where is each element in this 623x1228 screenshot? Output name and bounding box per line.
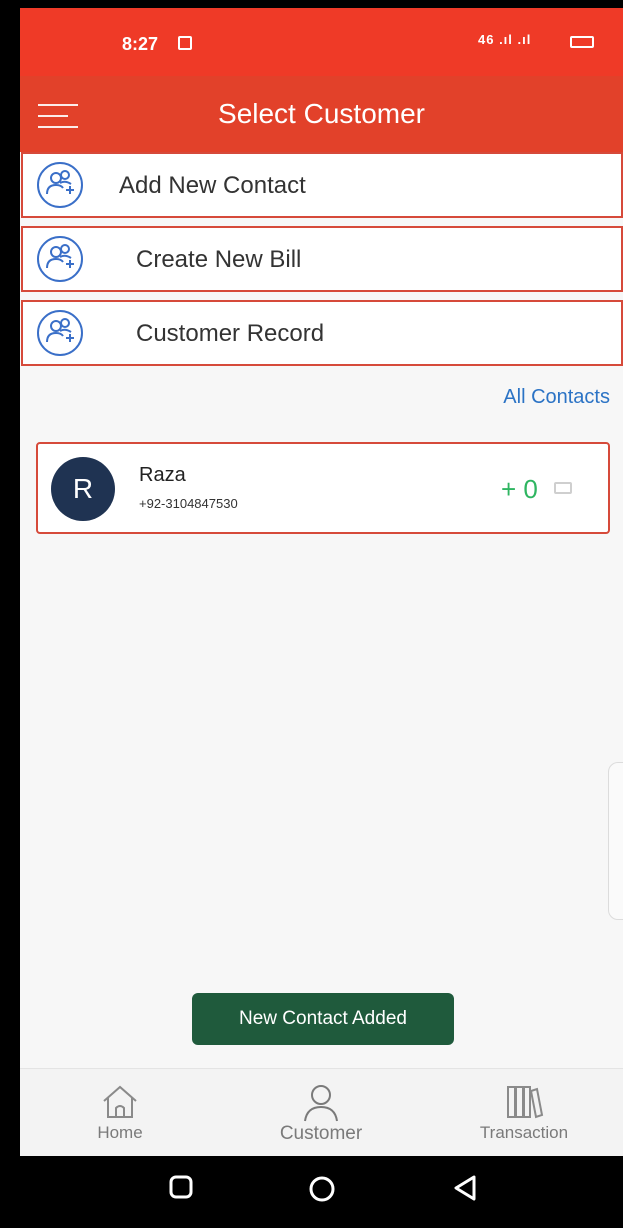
nav-customer-label: Customer xyxy=(279,1123,363,1144)
card-icon xyxy=(554,482,572,494)
create-new-bill-button[interactable]: Create New Bill xyxy=(21,226,623,292)
nav-transaction-label: Transaction xyxy=(479,1123,569,1142)
person-icon xyxy=(301,1083,341,1128)
app-bar: Select Customer xyxy=(20,76,623,152)
toast-message: New Contact Added xyxy=(192,993,454,1045)
notification-icon xyxy=(178,36,192,50)
contact-card[interactable]: R Raza +92-3104847530 + 0 xyxy=(36,442,610,534)
nav-home[interactable]: Home xyxy=(60,1069,180,1157)
system-nav-bar xyxy=(20,1156,623,1228)
bottom-nav: Home Customer Transaction xyxy=(20,1068,623,1157)
battery-icon xyxy=(570,36,594,48)
status-bar: 8:27 46 .ıl .ıl xyxy=(20,8,623,76)
screen-frame-top xyxy=(0,0,623,8)
page-title: Select Customer xyxy=(218,98,425,129)
user-add-icon xyxy=(37,162,83,208)
nav-home-label: Home xyxy=(97,1123,143,1142)
add-new-contact-label: Add New Contact xyxy=(119,172,306,199)
recent-apps-icon[interactable] xyxy=(168,1174,194,1205)
phone-screen: 8:27 46 .ıl .ıl Select Customer Add New … xyxy=(20,8,623,1228)
create-new-bill-label: Create New Bill xyxy=(136,246,302,273)
home-button-icon[interactable] xyxy=(307,1174,337,1209)
contact-name: Raza xyxy=(139,464,186,486)
user-add-icon xyxy=(37,310,83,356)
side-panel-handle[interactable] xyxy=(608,762,623,920)
all-contacts-link[interactable]: All Contacts xyxy=(470,386,610,409)
avatar: R xyxy=(51,457,115,521)
user-add-icon xyxy=(37,236,83,282)
nav-transaction[interactable]: Transaction xyxy=(464,1069,584,1157)
customer-record-label: Customer Record xyxy=(136,320,325,347)
status-time: 8:27 xyxy=(122,34,159,54)
nav-customer[interactable]: Customer xyxy=(261,1069,381,1157)
back-icon[interactable] xyxy=(452,1174,478,1207)
books-icon xyxy=(504,1083,544,1126)
add-new-contact-button[interactable]: Add New Contact xyxy=(21,152,623,218)
signal-indicator: 46 .ıl .ıl xyxy=(478,32,532,47)
screen-frame-left xyxy=(0,0,20,1228)
contact-balance: + 0 xyxy=(501,474,538,504)
contact-phone: +92-3104847530 xyxy=(139,496,238,511)
home-icon xyxy=(100,1083,140,1126)
customer-record-button[interactable]: Customer Record xyxy=(21,300,623,366)
